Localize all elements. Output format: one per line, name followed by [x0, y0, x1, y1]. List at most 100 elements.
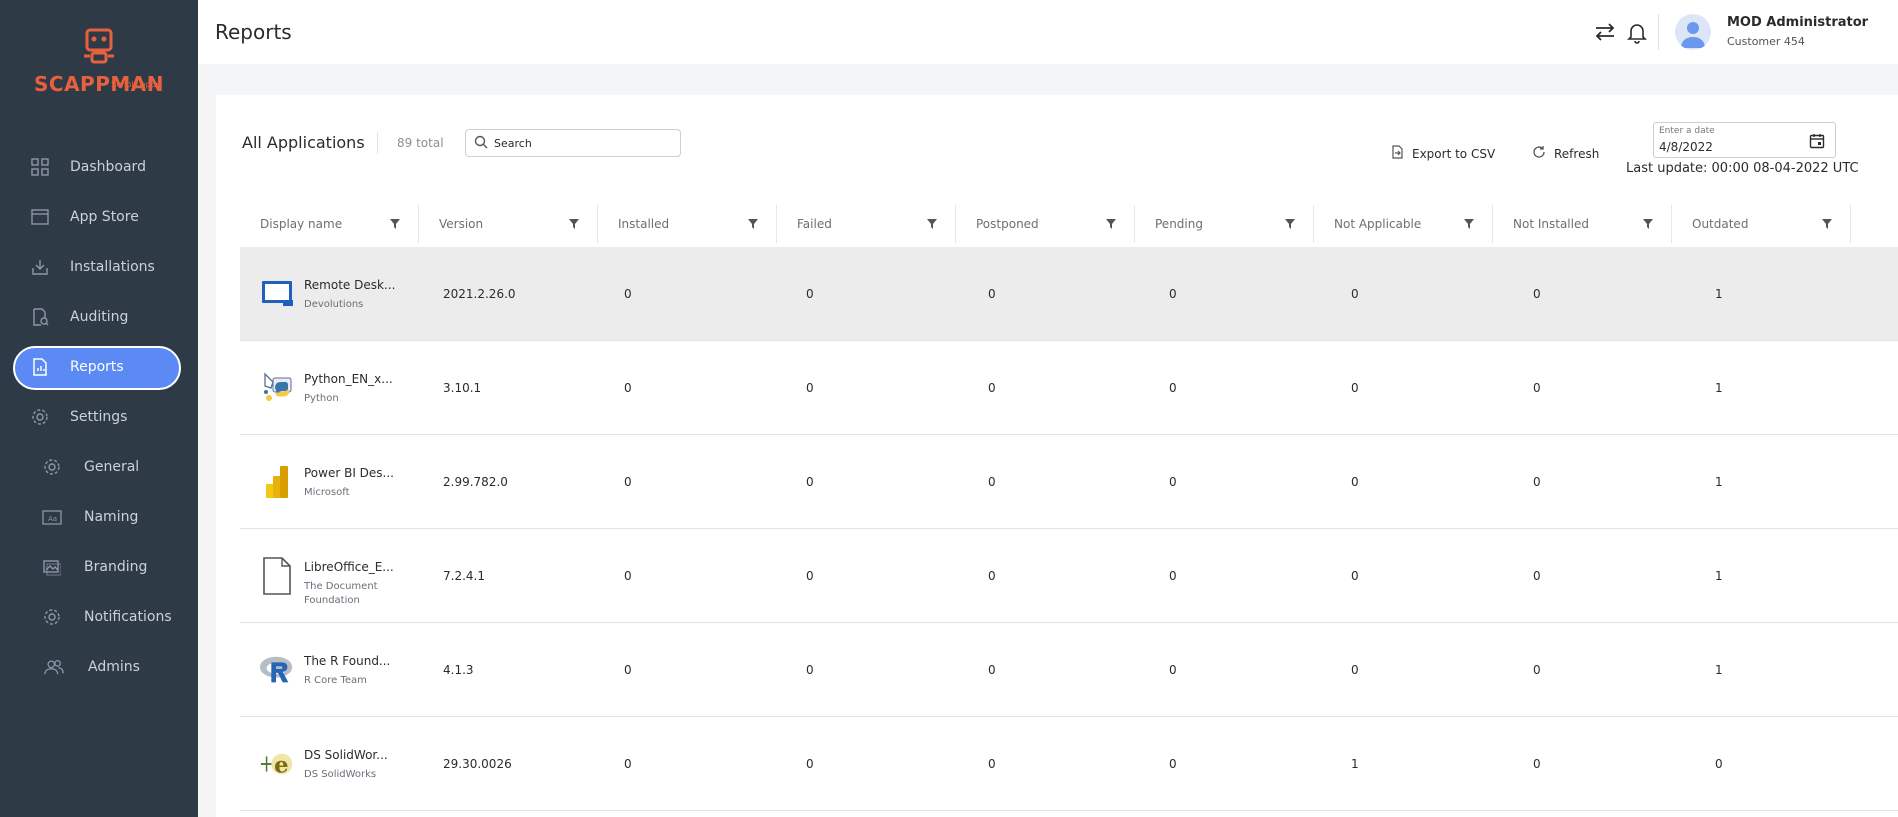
reports-icon [30, 357, 50, 377]
sidebar-item-settings[interactable]: Settings [0, 394, 198, 440]
column-header-outdated[interactable]: Outdated [1672, 205, 1851, 243]
r-language-icon [259, 652, 295, 688]
cell-pending: 0 [1169, 474, 1177, 489]
sidebar-item-label: Naming [84, 509, 139, 525]
column-header-failed[interactable]: Failed [777, 205, 956, 243]
cell-installed: 0 [624, 568, 632, 583]
header-actions [1593, 20, 1649, 48]
app-vendor: Python [304, 393, 339, 404]
avatar[interactable] [1675, 14, 1711, 50]
table-row[interactable]: e DS SolidWor... DS SolidWorks 29.30.002… [240, 717, 1898, 811]
cell-not-installed: 0 [1533, 286, 1541, 301]
scappman-logo[interactable]: SCAPPMAN [0, 24, 198, 96]
branding-icon [42, 557, 62, 577]
sidebar-item-label: App Store [70, 209, 139, 225]
reports-card: All Applications 89 total Export to CSV … [216, 95, 1898, 817]
sidebar-item-auditing[interactable]: Auditing [0, 294, 198, 340]
sidebar-item-naming[interactable]: Aa Naming [0, 494, 198, 540]
refresh-icon [1532, 145, 1546, 162]
bell-icon[interactable] [1625, 20, 1649, 48]
sidebar-item-label: Auditing [70, 309, 129, 325]
python-icon [259, 370, 295, 406]
sidebar-item-dashboard[interactable]: Dashboard [0, 144, 198, 190]
sidebar-nav: Dashboard App Store Installations Auditi… [0, 144, 198, 694]
app-name: Python_EN_x... [304, 372, 393, 386]
cell-postponed: 0 [988, 286, 996, 301]
column-label: Postponed [976, 217, 1039, 231]
export-icon [1390, 145, 1404, 162]
cell-outdated: 1 [1715, 380, 1723, 395]
solidworks-edrawings-icon: e [259, 746, 295, 782]
filter-icon[interactable] [1106, 218, 1116, 232]
table-row[interactable]: Remote Desk... Devolutions 2021.2.26.0 0… [240, 247, 1898, 341]
filter-icon[interactable] [569, 218, 579, 232]
sidebar-item-label: Dashboard [70, 159, 146, 175]
table-row[interactable]: The R Found... R Core Team 4.1.3 0 0 0 0… [240, 623, 1898, 717]
column-header-postponed[interactable]: Postponed [956, 205, 1135, 243]
export-csv-button[interactable]: Export to CSV [1390, 145, 1495, 162]
sidebar-item-general[interactable]: General [0, 444, 198, 490]
auditing-icon [30, 307, 50, 327]
general-settings-icon [42, 457, 62, 477]
filter-icon[interactable] [927, 218, 937, 232]
settings-icon [30, 407, 50, 427]
page-title: Reports [215, 20, 292, 44]
search-input[interactable] [494, 136, 674, 150]
user-name[interactable]: MOD Administrator [1727, 15, 1868, 30]
cell-postponed: 0 [988, 662, 996, 677]
calendar-icon[interactable] [1809, 133, 1825, 153]
column-label: Failed [797, 217, 832, 231]
cell-installed: 0 [624, 474, 632, 489]
column-header-installed[interactable]: Installed [598, 205, 777, 243]
filter-icon[interactable] [748, 218, 758, 232]
cell-version: 7.2.4.1 [443, 568, 485, 583]
table-row[interactable]: Power BI Des... Microsoft 2.99.782.0 0 0… [240, 435, 1898, 529]
user-customer: Customer 454 [1727, 35, 1805, 48]
sidebar-item-branding[interactable]: Branding [0, 544, 198, 590]
cell-not-applicable: 0 [1351, 474, 1359, 489]
table-row[interactable]: Python_EN_x... Python 3.10.1 0 0 0 0 0 0… [240, 341, 1898, 435]
table-header: Display name Version Installed Failed Po… [240, 205, 1898, 243]
filter-icon[interactable] [1464, 218, 1474, 232]
cell-pending: 0 [1169, 380, 1177, 395]
column-header-not-applicable[interactable]: Not Applicable [1314, 205, 1493, 243]
power-bi-icon [259, 464, 295, 500]
refresh-button[interactable]: Refresh [1532, 145, 1599, 162]
cell-version: 4.1.3 [443, 662, 474, 677]
cell-version: 29.30.0026 [443, 756, 512, 771]
total-count: 89 total [397, 136, 444, 150]
table-row[interactable]: LibreOffice_E... The Document Foundation… [240, 529, 1898, 623]
column-header-display-name[interactable]: Display name [240, 205, 419, 243]
date-input[interactable] [1659, 140, 1799, 154]
sidebar-item-installations[interactable]: Installations [0, 244, 198, 290]
cell-pending: 0 [1169, 286, 1177, 301]
sidebar-item-app-store[interactable]: App Store [0, 194, 198, 240]
search-box[interactable] [465, 129, 681, 157]
dashboard-icon [30, 157, 50, 177]
cell-installed: 0 [624, 662, 632, 677]
filter-icon[interactable] [1643, 218, 1653, 232]
cell-failed: 0 [806, 662, 814, 677]
remote-desktop-icon [259, 276, 295, 312]
cell-not-applicable: 1 [1351, 756, 1359, 771]
switch-tenant-icon[interactable] [1593, 20, 1617, 48]
cell-outdated: 1 [1715, 568, 1723, 583]
sidebar-item-label: Branding [84, 559, 148, 575]
column-header-pending[interactable]: Pending [1135, 205, 1314, 243]
sidebar-item-reports[interactable]: Reports [0, 344, 198, 390]
filter-icon[interactable] [1822, 218, 1832, 232]
svg-text:e: e [274, 752, 288, 778]
column-header-version[interactable]: Version [419, 205, 598, 243]
app-vendor: Microsoft [304, 487, 350, 498]
cell-installed: 0 [624, 756, 632, 771]
table-body: Remote Desk... Devolutions 2021.2.26.0 0… [240, 247, 1898, 811]
sidebar-item-notifications[interactable]: Notifications [0, 594, 198, 640]
date-picker[interactable]: Enter a date [1653, 122, 1836, 158]
sidebar-item-admins[interactable]: Admins [0, 644, 198, 690]
admins-icon [44, 657, 64, 677]
column-header-not-installed[interactable]: Not Installed [1493, 205, 1672, 243]
filter-icon[interactable] [1285, 218, 1295, 232]
cell-failed: 0 [806, 568, 814, 583]
filter-icon[interactable] [390, 218, 400, 232]
search-icon [474, 134, 488, 153]
